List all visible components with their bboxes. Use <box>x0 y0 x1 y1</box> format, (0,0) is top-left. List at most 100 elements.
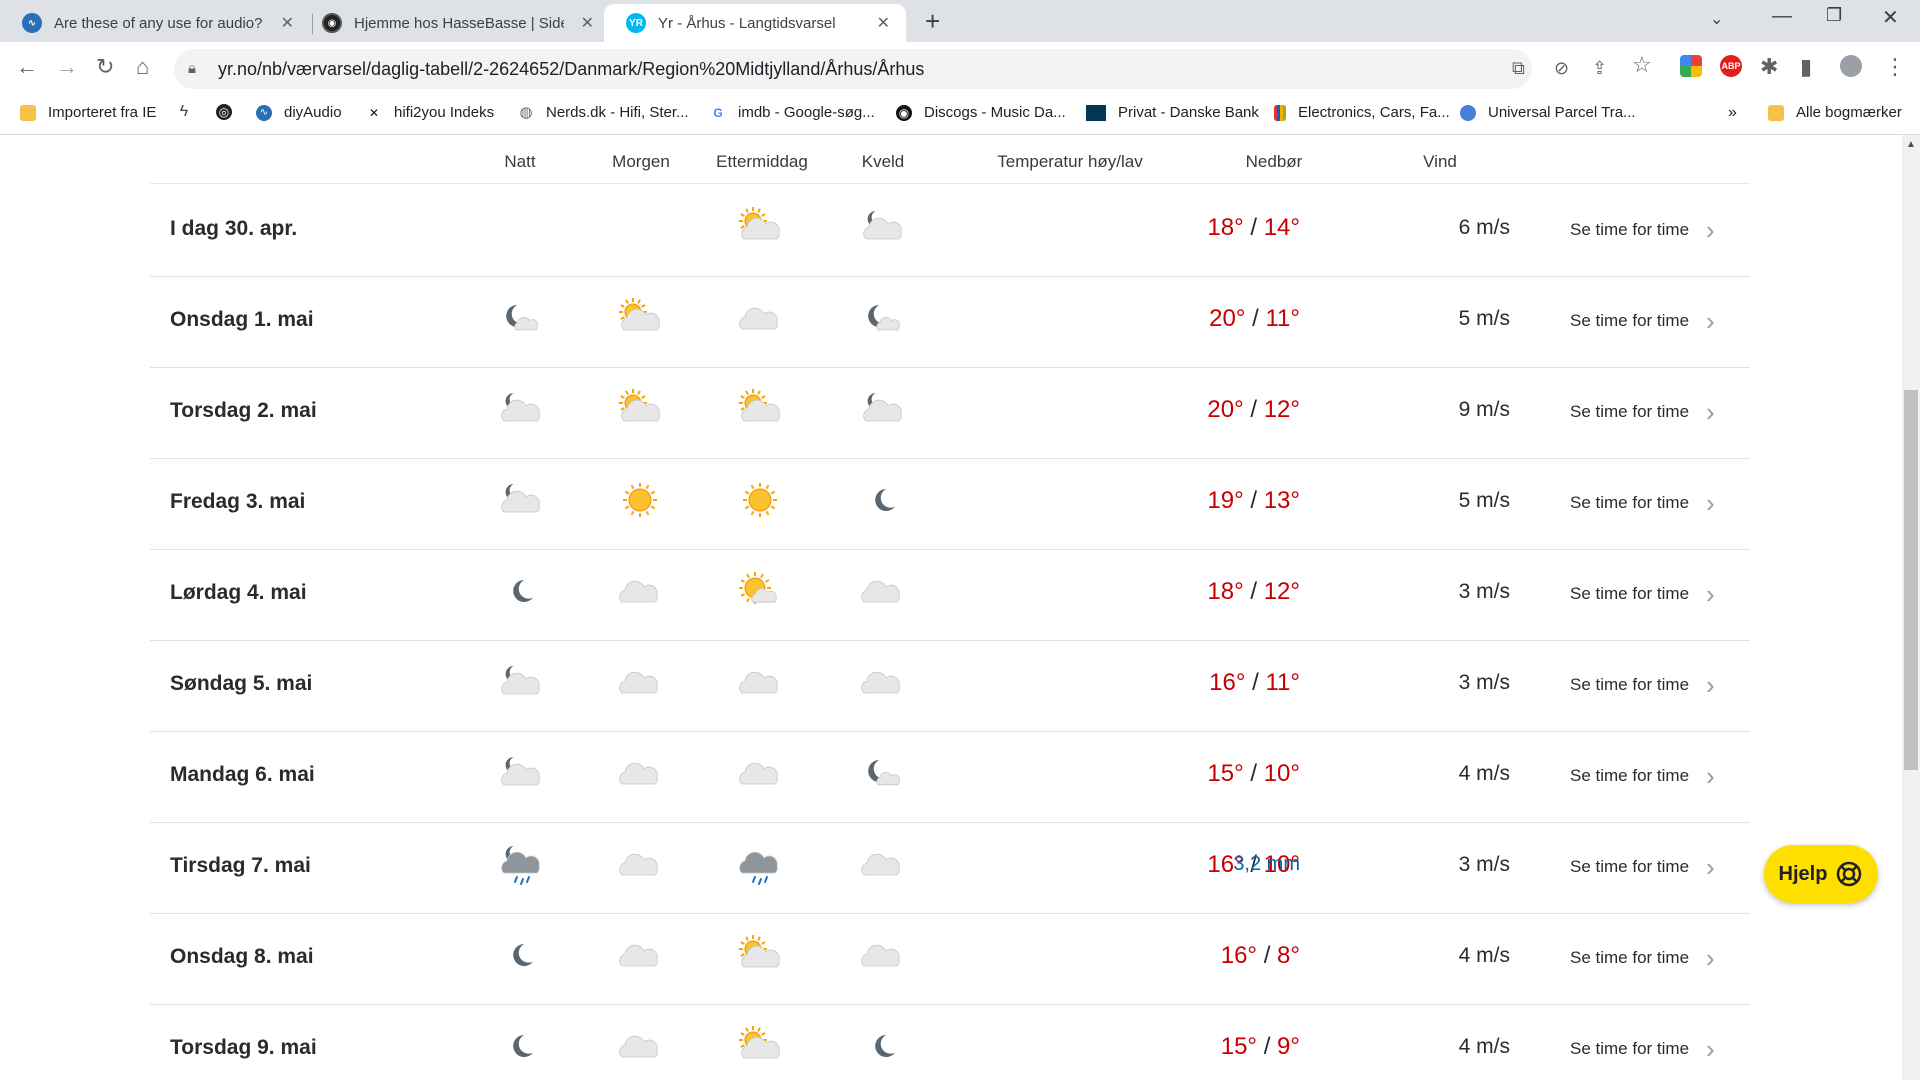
cloudy-icon <box>739 671 778 694</box>
clear-night-icon <box>513 1035 533 1057</box>
globe-icon <box>1460 104 1476 121</box>
bookmark-bolt[interactable]: ϟ <box>176 104 204 120</box>
url-text[interactable]: yr.no/nb/værvarsel/daglig-tabell/2-26246… <box>218 59 924 80</box>
profile-avatar-icon[interactable] <box>1840 55 1862 77</box>
hour-by-hour-link[interactable]: Se time for time <box>1570 584 1689 604</box>
reload-icon[interactable]: ↻ <box>96 54 114 80</box>
tab-hassebasse[interactable]: ◉ Hjemme hos HasseBasse | Side 8 ✕ <box>300 4 610 42</box>
forum-icon: ◉ <box>322 13 342 33</box>
diyaudio-icon: ∿ <box>22 13 42 33</box>
forecast-row[interactable]: Fredag 3. mai 19° / 13° 5 m/s Se time for t… <box>150 458 1750 550</box>
all-bookmarks-folder[interactable]: Alle bogmærker <box>1768 104 1902 121</box>
close-icon[interactable]: ✕ <box>581 13 594 33</box>
bookmark-imdb[interactable]: G imdb - Google-søg... <box>710 104 874 121</box>
forecast-row[interactable]: Lørdag 4. mai 18° / 12° 3 m/s Se time for t… <box>150 549 1750 641</box>
site-info-icon[interactable]: 🔒︎ <box>188 60 196 77</box>
extensions-puzzle-icon[interactable]: ✱ <box>1760 54 1778 80</box>
tab-search-icon[interactable]: ⌄ <box>1710 9 1723 29</box>
forecast-row[interactable]: Tirsdag 7. mai 16° / 10° 3,2 mm 3 m/s Se tim… <box>150 822 1750 914</box>
share-icon[interactable]: ⇪ <box>1592 58 1607 79</box>
translate-icon[interactable]: ⧉ <box>1512 58 1525 79</box>
hour-by-hour-link[interactable]: Se time for time <box>1570 948 1689 968</box>
forecast-row[interactable]: Torsdag 2. mai 20° / 12° 9 m/s Se time for … <box>150 367 1750 459</box>
new-tab-button[interactable]: + <box>925 6 940 37</box>
side-panel-icon[interactable]: ▮ <box>1800 54 1812 80</box>
bookmark-danske-bank[interactable]: Privat - Danske Bank <box>1086 104 1259 121</box>
forecast-row[interactable]: Mandag 6. mai 15° / 10° 4 m/s Se time for t… <box>150 731 1750 823</box>
cloudy-icon <box>861 944 900 967</box>
address-bar[interactable]: 🔒︎ yr.no/nb/værvarsel/daglig-tabell/2-26… <box>174 49 1607 89</box>
hour-by-hour-link[interactable]: Se time for time <box>1570 220 1689 240</box>
bookmark-label: Discogs - Music Da... <box>924 104 1066 121</box>
partly-cloudy-night-icon <box>501 393 540 422</box>
folder-icon <box>1768 104 1784 121</box>
help-button[interactable]: Hjelp <box>1764 845 1878 903</box>
eye-off-icon[interactable]: ⊘ <box>1554 58 1569 79</box>
partly-cloudy-night-icon <box>501 666 540 695</box>
bookmark-vinyl[interactable]: ◎ <box>216 104 244 120</box>
adblock-icon[interactable]: ABP <box>1720 55 1742 77</box>
window-close-icon[interactable]: ✕ <box>1882 5 1899 30</box>
cloudy-icon <box>619 944 658 967</box>
bookmark-diyaudio[interactable]: ∿ diyAudio <box>256 104 342 121</box>
clear-day-icon <box>623 483 657 517</box>
hour-by-hour-link[interactable]: Se time for time <box>1570 311 1689 331</box>
menu-kebab-icon[interactable]: ⋮ <box>1884 54 1906 80</box>
scroll-up-arrow-icon[interactable]: ▲ <box>1906 139 1916 150</box>
forecast-row[interactable]: Onsdag 8. mai 16° / 8° 4 m/s Se time for ti… <box>150 913 1750 1005</box>
header-night: Natt <box>504 152 536 171</box>
bookmark-label: Importeret fra IE <box>48 104 157 121</box>
fair-night-icon <box>506 305 538 331</box>
bookmark-ebay[interactable]: Electronics, Cars, Fa... <box>1274 104 1450 121</box>
cloudy-icon <box>619 1035 658 1058</box>
hour-by-hour-link[interactable]: Se time for time <box>1570 402 1689 422</box>
bookmark-nerds[interactable]: ◍ Nerds.dk - Hifi, Ster... <box>518 104 688 121</box>
bookmark-discogs[interactable]: ◉ Discogs - Music Da... <box>896 104 1066 121</box>
hour-by-hour-link[interactable]: Se time for time <box>1570 675 1689 695</box>
forecast-row[interactable]: Søndag 5. mai 16° / 11° 3 m/s Se time for t… <box>150 640 1750 732</box>
wind-value: 3 m/s <box>1458 580 1510 603</box>
scrollbar-thumb[interactable] <box>1904 390 1918 770</box>
forecast-row[interactable]: I dag 30. apr. 18° / 14° 6 m/s Se time for … <box>150 185 1750 277</box>
bookmark-hifi2you[interactable]: ✕ hifi2you Indeks <box>366 104 494 121</box>
chevron-right-icon[interactable]: › <box>1706 215 1715 246</box>
chevron-right-icon[interactable]: › <box>1706 670 1715 701</box>
chevron-right-icon[interactable]: › <box>1706 306 1715 337</box>
day-label: Søndag 5. mai <box>170 672 313 695</box>
chevron-right-icon[interactable]: › <box>1706 761 1715 792</box>
home-icon[interactable]: ⌂ <box>136 54 149 80</box>
tab-yr-active[interactable]: YR Yr - Århus - Langtidsvarsel ✕ <box>604 4 906 42</box>
forward-arrow-icon[interactable]: → <box>56 54 78 80</box>
bookmark-ups[interactable]: Universal Parcel Tra... <box>1460 104 1636 121</box>
chevron-right-icon[interactable]: › <box>1706 579 1715 610</box>
tab-diyaudio[interactable]: ∿ Are these of any use for audio? | ✕ <box>0 4 310 42</box>
hour-by-hour-link[interactable]: Se time for time <box>1570 493 1689 513</box>
day-label: Tirsdag 7. mai <box>170 854 311 877</box>
bookmarks-overflow-button[interactable]: » <box>1728 104 1737 122</box>
day-label: Torsdag 2. mai <box>170 399 317 422</box>
chevron-right-icon[interactable]: › <box>1706 397 1715 428</box>
minimize-icon[interactable]: — <box>1772 5 1792 28</box>
google-icon: G <box>713 105 723 120</box>
restore-icon[interactable]: ❐ <box>1826 5 1842 26</box>
chevron-right-icon[interactable]: › <box>1706 488 1715 519</box>
close-icon[interactable]: ✕ <box>281 13 294 33</box>
bookmark-star-icon[interactable]: ☆ <box>1632 52 1652 78</box>
forecast-row[interactable]: Onsdag 1. mai 20° / 11° 5 m/s Se time for t… <box>150 276 1750 368</box>
page-scrollbar[interactable]: ▲ <box>1902 135 1920 1080</box>
extension-color-icon[interactable] <box>1680 55 1702 77</box>
hour-by-hour-link[interactable]: Se time for time <box>1570 1039 1689 1059</box>
temperature-separator: / <box>1243 396 1264 423</box>
chevron-right-icon[interactable]: › <box>1706 943 1715 974</box>
close-icon[interactable]: ✕ <box>877 13 890 33</box>
hour-by-hour-link[interactable]: Se time for time <box>1570 766 1689 786</box>
back-arrow-icon[interactable]: ← <box>16 54 38 80</box>
partly-cloudy-day-icon <box>619 298 660 331</box>
chevron-right-icon[interactable]: › <box>1706 1034 1715 1065</box>
wind-value: 9 m/s <box>1458 398 1510 421</box>
hour-by-hour-link[interactable]: Se time for time <box>1570 857 1689 877</box>
temperature-high: 16° <box>1220 942 1258 969</box>
chevron-right-icon[interactable]: › <box>1706 852 1715 883</box>
bookmark-importeret[interactable]: Importeret fra IE <box>20 104 156 121</box>
forecast-row[interactable]: Torsdag 9. mai 15° / 9° 4 m/s Se time for t… <box>150 1004 1750 1080</box>
